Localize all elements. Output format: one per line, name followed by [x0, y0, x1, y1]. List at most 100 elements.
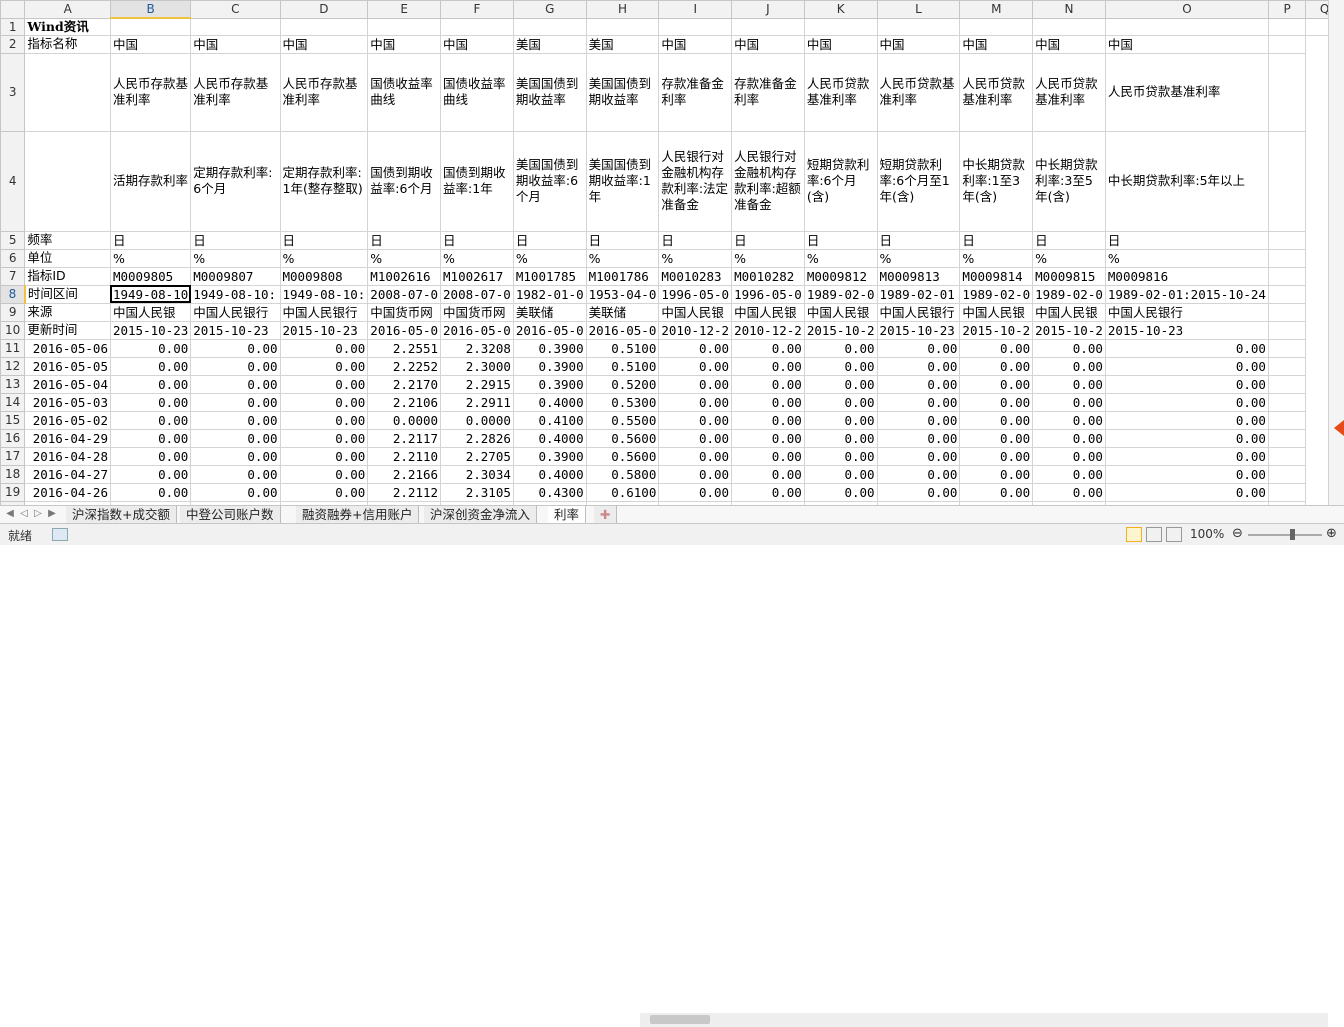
value-cell[interactable]: 0.00	[1104, 482, 1269, 502]
cell[interactable]: 中长期贷款利率:5年以上	[1104, 130, 1269, 232]
cell[interactable]: 1989-02-0	[959, 284, 1034, 304]
cell[interactable]: 日	[279, 230, 369, 250]
row-label-cell[interactable]: 频率	[24, 230, 111, 250]
date-cell[interactable]: 2016-05-03	[24, 392, 111, 412]
cell[interactable]: 美联储	[585, 302, 660, 322]
value-cell[interactable]: 2.2166	[367, 464, 442, 484]
sheet-tab[interactable]: 沪深指数+成交额	[66, 506, 177, 523]
value-cell[interactable]: 0.00	[190, 446, 281, 466]
cell[interactable]	[1267, 464, 1307, 484]
value-cell[interactable]: 0.00	[190, 374, 281, 394]
cell[interactable]: 中国人民银行	[876, 302, 961, 322]
value-cell[interactable]: 0.00	[279, 338, 369, 358]
value-cell[interactable]: 0.00	[109, 410, 192, 430]
value-cell[interactable]: 2.2826	[440, 428, 514, 448]
column-header-I[interactable]: I	[658, 0, 733, 19]
scroll-thumb[interactable]	[650, 1015, 710, 1024]
date-cell[interactable]: 2016-05-05	[24, 356, 111, 376]
value-cell[interactable]: 0.00	[731, 392, 805, 412]
cell[interactable]	[731, 17, 805, 36]
value-cell[interactable]: 0.00	[803, 428, 878, 448]
value-cell[interactable]: 0.6100	[585, 482, 660, 502]
value-cell[interactable]: 2.3208	[440, 338, 514, 358]
cell[interactable]: 日	[190, 230, 281, 250]
cell[interactable]: M0009808	[279, 266, 369, 286]
sheet-tab[interactable]: 沪深创资金净流入	[424, 506, 538, 523]
row-label-cell[interactable]: 指标ID	[24, 266, 111, 286]
cell[interactable]: 2008-07-0	[367, 284, 442, 304]
value-cell[interactable]: 2.2551	[367, 338, 442, 358]
cell[interactable]: %	[109, 248, 192, 268]
cell[interactable]	[585, 17, 660, 36]
cell[interactable]: 1949-08-10:	[190, 284, 281, 304]
page-break-icon[interactable]	[1166, 527, 1182, 542]
cell[interactable]: 人民银行对金融机构存款利率:超额准备金	[731, 130, 805, 232]
value-cell[interactable]: 0.00	[876, 356, 961, 376]
cell[interactable]: 中国人民银	[803, 302, 878, 322]
cell[interactable]: M1001786	[585, 266, 660, 286]
cell[interactable]: M0009807	[190, 266, 281, 286]
cell[interactable]	[1267, 266, 1307, 286]
cell[interactable]: %	[367, 248, 442, 268]
value-cell[interactable]: 2.2252	[367, 356, 442, 376]
value-cell[interactable]: 2.2911	[440, 392, 514, 412]
cell[interactable]: 人民币贷款基准利率	[876, 52, 961, 132]
cell[interactable]	[1267, 320, 1307, 340]
cell[interactable]: %	[731, 248, 805, 268]
cell[interactable]	[1267, 410, 1307, 430]
row-header[interactable]: 1	[0, 17, 26, 36]
cell[interactable]: 日	[658, 230, 733, 250]
value-cell[interactable]: 0.00	[279, 356, 369, 376]
cell[interactable]	[109, 17, 192, 36]
zoom-level[interactable]: 100%	[1190, 527, 1224, 541]
cell[interactable]: %	[959, 248, 1034, 268]
date-cell[interactable]: 2016-05-06	[24, 338, 111, 358]
value-cell[interactable]: 2.2170	[367, 374, 442, 394]
cell[interactable]: 2016-05-0	[367, 320, 442, 340]
cell[interactable]: 美国国债到期收益率:6个月	[512, 130, 587, 232]
value-cell[interactable]: 0.00	[109, 446, 192, 466]
value-cell[interactable]: 2.2915	[440, 374, 514, 394]
cell[interactable]	[1104, 17, 1269, 36]
cell[interactable]: 1989-02-0	[1032, 284, 1106, 304]
macro-record-icon[interactable]	[52, 528, 68, 541]
cell[interactable]: 日	[512, 230, 587, 250]
cell[interactable]	[1267, 374, 1307, 394]
row-header[interactable]: 9	[0, 302, 26, 322]
cell[interactable]	[190, 17, 281, 36]
value-cell[interactable]: 0.3900	[512, 446, 587, 466]
column-header-F[interactable]: F	[440, 0, 514, 19]
value-cell[interactable]: 0.00	[1032, 428, 1106, 448]
value-cell[interactable]: 0.00	[658, 338, 733, 358]
value-cell[interactable]: 0.00	[803, 446, 878, 466]
value-cell[interactable]: 0.00	[803, 356, 878, 376]
column-header-C[interactable]: C	[190, 0, 281, 19]
value-cell[interactable]: 0.00	[959, 428, 1034, 448]
cell[interactable]	[440, 17, 514, 36]
value-cell[interactable]: 2.2705	[440, 446, 514, 466]
cell[interactable]: 2015-10-23	[279, 320, 369, 340]
cell[interactable]: 中国货币网	[440, 302, 514, 322]
value-cell[interactable]: 0.00	[1104, 338, 1269, 358]
cell[interactable]: 2015-10-23	[109, 320, 192, 340]
cell[interactable]: 定期存款利率:6个月	[190, 130, 281, 232]
cell[interactable]: 国债收益率曲线	[440, 52, 514, 132]
value-cell[interactable]: 0.00	[109, 428, 192, 448]
value-cell[interactable]: 0.00	[731, 446, 805, 466]
cell[interactable]: M0009805	[109, 266, 192, 286]
value-cell[interactable]: 0.5600	[585, 428, 660, 448]
value-cell[interactable]: 0.4000	[512, 392, 587, 412]
cell[interactable]: 中国人民银	[109, 302, 192, 322]
cell[interactable]: M0009816	[1104, 266, 1269, 286]
value-cell[interactable]: 0.5800	[585, 464, 660, 484]
cell[interactable]: 中长期贷款利率:1至3年(含)	[959, 130, 1034, 232]
cell[interactable]: M0010282	[731, 266, 805, 286]
cell[interactable]: 中国人民银行	[279, 302, 369, 322]
cell[interactable]: 美国	[585, 34, 660, 54]
cell[interactable]: M0009813	[876, 266, 961, 286]
cell[interactable]: 国债收益率曲线	[367, 52, 442, 132]
row-header[interactable]: 16	[0, 428, 26, 448]
cell[interactable]: %	[440, 248, 514, 268]
cell[interactable]: 中国	[367, 34, 442, 54]
cell[interactable]: %	[585, 248, 660, 268]
